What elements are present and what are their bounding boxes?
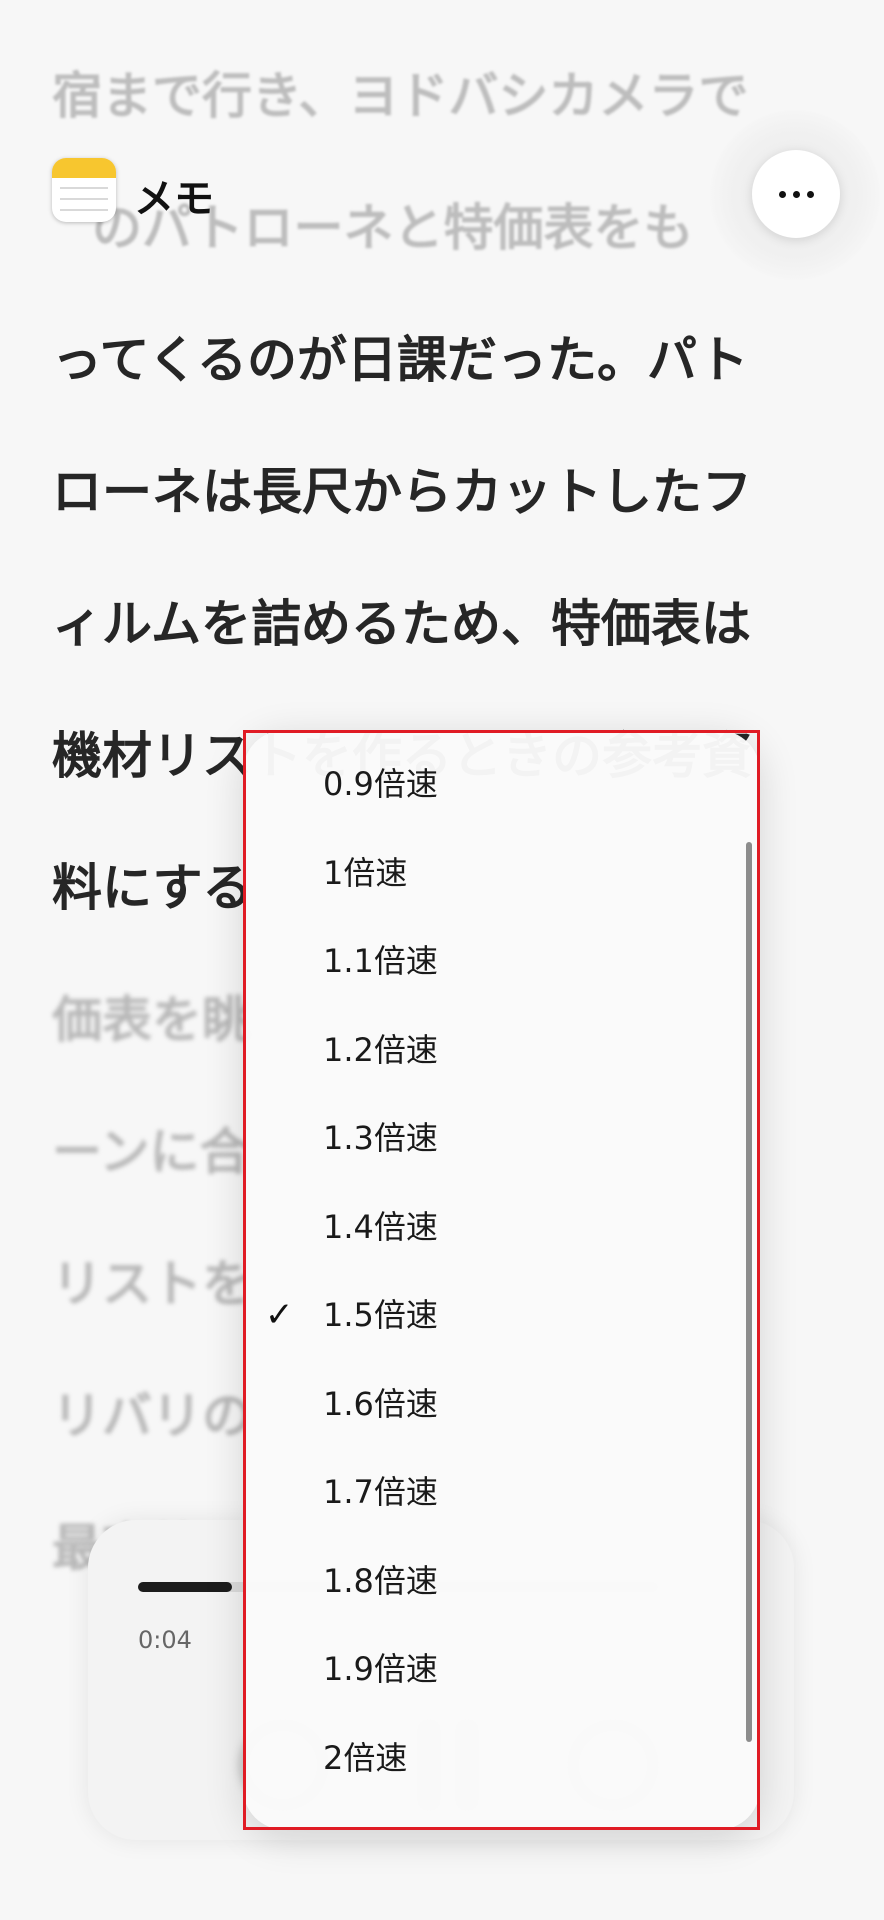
elapsed-time: 0:04 [138,1626,192,1654]
speed-option-label: 1.4倍速 [323,1207,438,1246]
playback-speed-menu: 0.9倍速 1倍速 1.1倍速 1.2倍速 1.3倍速 1.4倍速 ✓ 1.5倍速 1.6倍速 1… [243,730,760,1830]
speed-option[interactable]: 1倍速 [243,831,760,919]
more-options-button[interactable] [752,150,840,238]
speed-option-label: 1.7倍速 [323,1473,438,1511]
speed-option[interactable]: 1.7倍速 [243,1450,760,1538]
playback-progress-fill [138,1582,232,1592]
note-line: ローネは長尺からカットしたフ [52,463,752,521]
notes-app-icon [52,158,116,222]
speed-option-label: 2倍速 [323,1738,408,1777]
speed-option[interactable]: 1.1倍速 [243,919,760,1007]
checkmark-icon: ✓ [265,1295,294,1335]
note-line: ィルムを詰めるため、特価表は [52,595,751,653]
speed-option-label: 1.6倍速 [323,1384,438,1423]
speed-option[interactable]: 1.2倍速 [243,1008,760,1096]
speed-option[interactable]: 1.9倍速 [243,1627,760,1715]
speed-option[interactable]: 2倍速 [243,1716,760,1804]
speed-option-label: 1.2倍速 [323,1030,438,1069]
app-title: メモ [134,176,214,222]
menu-scrollbar[interactable] [746,842,752,1742]
speed-option-label: 0.9倍速 [323,765,438,803]
speed-option[interactable]: 1.8倍速 [243,1539,760,1627]
speed-option-label: 1.9倍速 [323,1650,438,1688]
speed-option-label: 1.3倍速 [323,1119,438,1157]
app-header: メモ [0,110,884,280]
speed-option[interactable]: ✓ 1.5倍速 [243,1273,760,1361]
speed-option[interactable]: 1.3倍速 [243,1096,760,1184]
speed-option[interactable]: 1.6倍速 [243,1362,760,1450]
speed-option-label: 1.5倍速 [323,1296,438,1334]
speed-option[interactable]: 0.9倍速 [243,742,760,830]
more-horizontal-icon [778,190,814,198]
note-line: ってくるのが日課だった。パト [52,331,749,389]
speed-option-label: 1.8倍速 [323,1561,438,1600]
speed-option-label: 1倍速 [323,853,408,892]
speed-option-label: 1.1倍速 [323,942,438,980]
speed-option[interactable]: 1.4倍速 [243,1185,760,1273]
